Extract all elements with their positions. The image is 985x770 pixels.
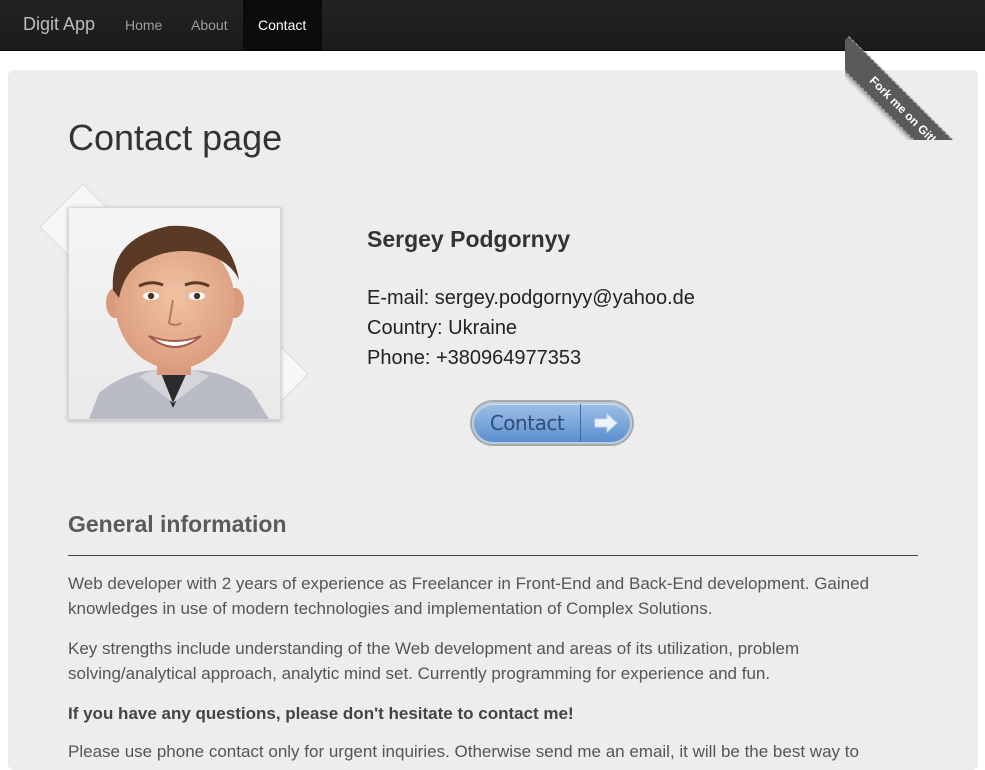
profile-email: E-mail: sergey.podgornyy@yahoo.de xyxy=(367,287,695,309)
profile-country: Country: Ukraine xyxy=(367,317,518,339)
fork-on-github-ribbon[interactable]: Fork me on GitHub xyxy=(845,36,985,140)
contact-invitation: If you have any questions, please don't … xyxy=(68,704,574,723)
profile-photo xyxy=(68,207,281,420)
nav-contact[interactable]: Contact xyxy=(243,0,322,50)
contact-note: Please use phone contact only for urgent… xyxy=(68,742,859,761)
section-divider xyxy=(68,555,918,556)
profile-phone: Phone: +380964977353 xyxy=(367,347,582,369)
profile-name: Sergey Podgornyy xyxy=(367,226,571,252)
contact-button[interactable]: Contact xyxy=(472,402,632,444)
nav-home[interactable]: Home xyxy=(110,0,177,50)
github-ribbon-container: Fork me on GitHub xyxy=(845,0,985,140)
nav-about[interactable]: About xyxy=(176,0,243,50)
top-navbar: Digit App Home About Contact xyxy=(0,0,985,51)
profile-portrait-image xyxy=(69,208,280,419)
general-info-paragraph: Key strengths include understanding of t… xyxy=(68,639,800,683)
general-info-title: General information xyxy=(68,511,287,537)
arrow-right-icon xyxy=(581,404,630,442)
brand-link[interactable]: Digit App xyxy=(23,14,95,35)
general-info-paragraph: Web developer with 2 years of experience… xyxy=(68,574,870,618)
page-title: Contact page xyxy=(68,117,283,158)
contact-button-label: Contact xyxy=(489,411,565,435)
